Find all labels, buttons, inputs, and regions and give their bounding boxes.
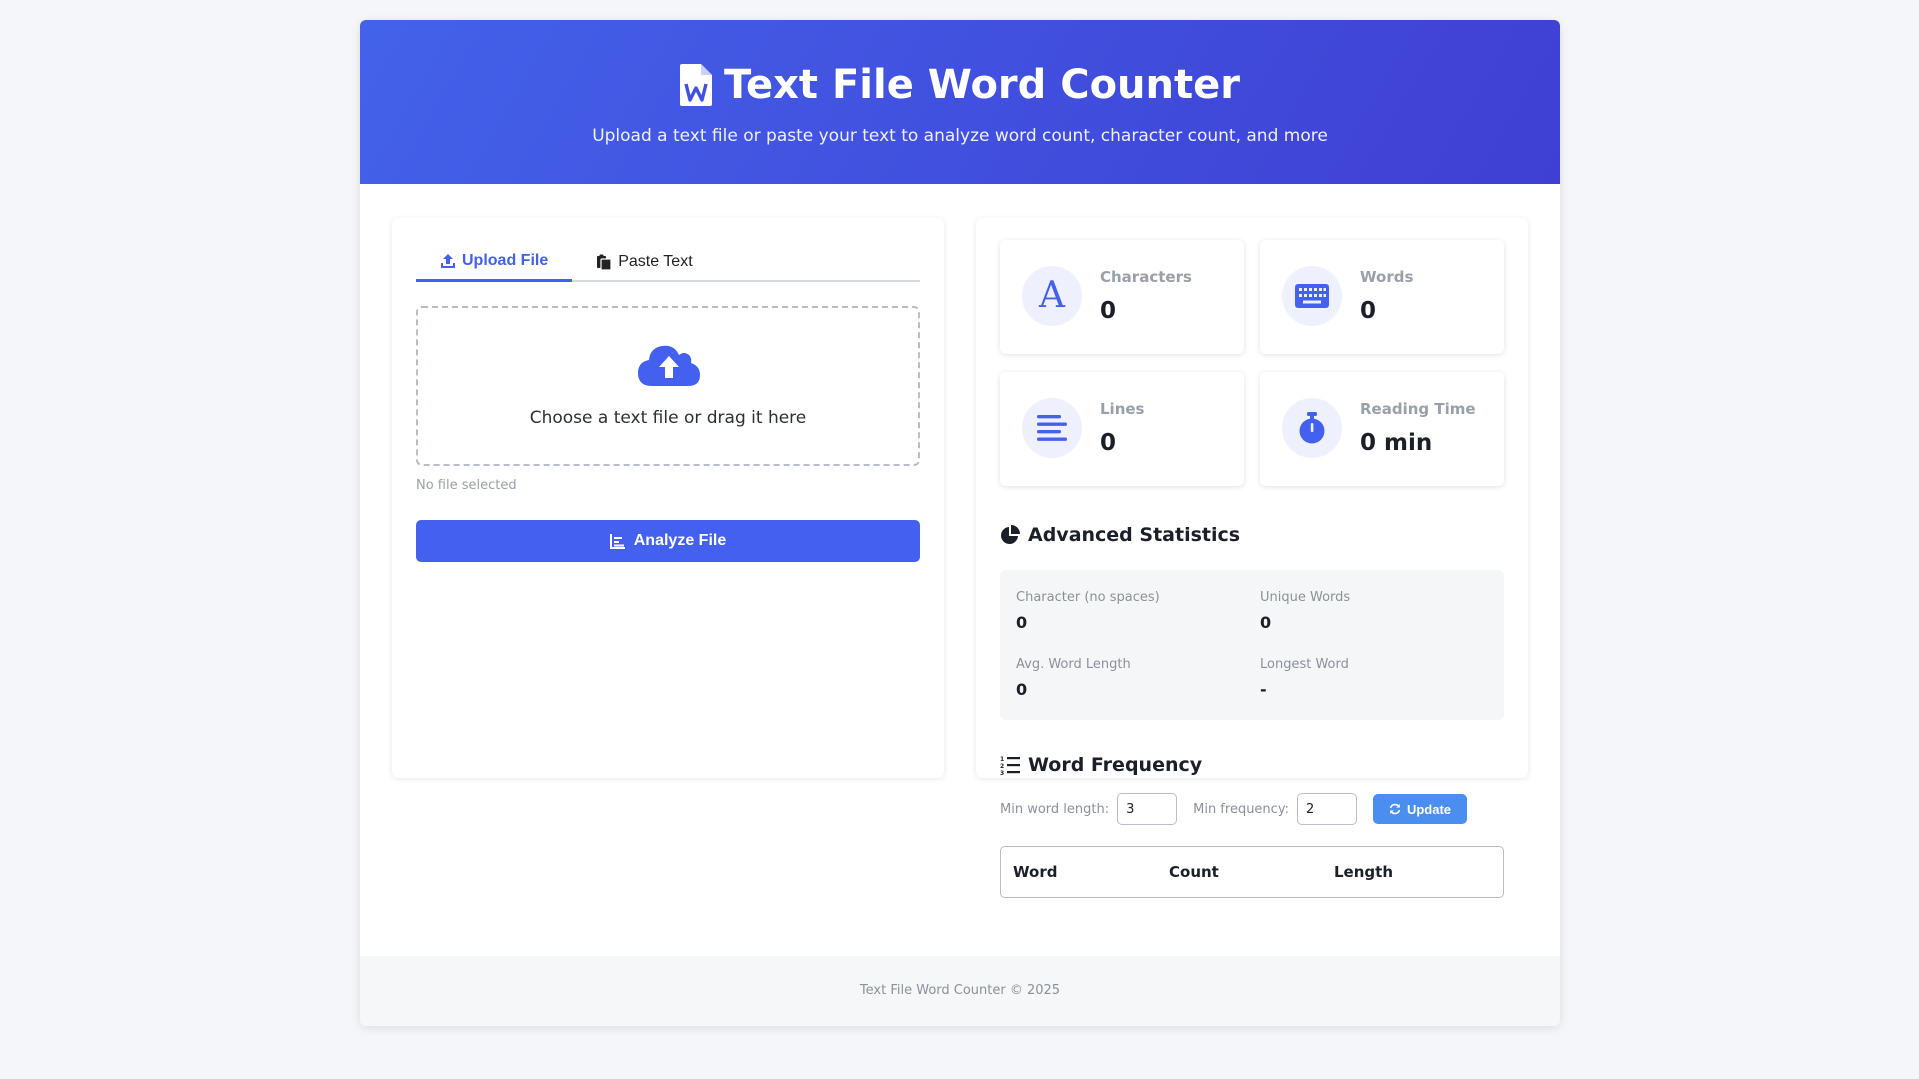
main-content: Upload File Paste Text Choose a text fil… xyxy=(360,184,1560,976)
svg-text:1: 1 xyxy=(1000,756,1004,763)
update-button-label: Update xyxy=(1406,801,1452,817)
adv-stat-value: 0 xyxy=(1260,613,1272,632)
stopwatch-icon xyxy=(1282,398,1342,458)
adv-stat-unique-words: Unique Words 0 xyxy=(1260,590,1350,632)
advanced-stats-box: Character (no spaces) 0 Unique Words 0 A… xyxy=(1000,570,1504,720)
page-subtitle: Upload a text file or paste your text to… xyxy=(592,126,1328,146)
adv-stat-label: Unique Words xyxy=(1260,590,1351,605)
adv-stat-label: Character (no spaces) xyxy=(1016,590,1160,605)
stat-value: 0 xyxy=(1360,298,1377,324)
tab-upload-file-label: Upload File xyxy=(462,251,549,269)
file-dropzone[interactable]: Choose a text file or drag it here xyxy=(416,306,920,466)
adv-stat-value: 0 xyxy=(1016,613,1028,632)
adv-stat-label: Avg. Word Length xyxy=(1016,657,1131,672)
adv-stat-value: 0 xyxy=(1016,680,1028,699)
stat-value: 0 min xyxy=(1360,430,1433,456)
word-frequency-title: Word Frequency xyxy=(1028,754,1203,776)
stat-card-characters: A Characters 0 xyxy=(1000,240,1244,354)
column-header-word[interactable]: Word xyxy=(1013,863,1057,881)
adv-stat-chars-no-spaces: Character (no spaces) 0 xyxy=(1016,590,1160,632)
column-header-length[interactable]: Length xyxy=(1334,863,1393,881)
word-frequency-heading: 123 Word Frequency xyxy=(1000,754,1202,776)
input-tabs: Upload File Paste Text xyxy=(416,242,920,282)
results-panel: A Characters 0 Words 0 Lines 0 Reading T… xyxy=(976,218,1528,898)
lines-icon xyxy=(1022,398,1082,458)
app-footer: Text File Word Counter © 2025 xyxy=(360,956,1560,1026)
min-word-length-label: Min word length: xyxy=(1000,801,1110,817)
tab-upload-file[interactable]: Upload File xyxy=(416,242,573,282)
adv-stat-value: - xyxy=(1260,680,1267,699)
refresh-icon xyxy=(1389,803,1401,815)
app-container: Text File Word Counter Upload a text fil… xyxy=(360,20,1560,1026)
keyboard-icon xyxy=(1282,266,1342,326)
adv-stat-longest-word: Longest Word - xyxy=(1260,657,1349,699)
adv-stat-avg-word-length: Avg. Word Length 0 xyxy=(1016,657,1131,699)
advanced-stats-heading: Advanced Statistics xyxy=(1000,524,1240,546)
stat-label: Reading Time xyxy=(1360,400,1476,418)
svg-text:3: 3 xyxy=(1000,770,1004,775)
input-panel: Upload File Paste Text Choose a text fil… xyxy=(392,218,944,778)
adv-stat-label: Longest Word xyxy=(1260,657,1349,672)
app-header: Text File Word Counter Upload a text fil… xyxy=(360,20,1560,184)
stat-card-words: Words 0 xyxy=(1260,240,1504,354)
word-frequency-table: Word Count Length xyxy=(1000,846,1504,898)
frequency-controls: Min word length: Min frequency: Update xyxy=(1000,792,1468,826)
stat-value: 0 xyxy=(1100,430,1117,456)
stat-value: 0 xyxy=(1100,298,1117,324)
min-frequency-input[interactable] xyxy=(1296,793,1357,825)
file-status: No file selected xyxy=(416,478,517,493)
min-word-length-input[interactable] xyxy=(1117,793,1178,825)
update-button[interactable]: Update xyxy=(1372,794,1468,824)
tab-paste-text[interactable]: Paste Text xyxy=(572,242,716,282)
letter-a-icon: A xyxy=(1022,266,1082,326)
page-title: Text File Word Counter xyxy=(360,62,1560,108)
min-frequency-label: Min frequency: xyxy=(1193,801,1289,817)
dropzone-text: Choose a text file or drag it here xyxy=(529,408,807,428)
column-header-count[interactable]: Count xyxy=(1169,863,1219,881)
analyze-file-button[interactable]: Analyze File xyxy=(416,520,920,562)
stat-card-lines: Lines 0 xyxy=(1000,372,1244,486)
analyze-file-label: Analyze File xyxy=(633,532,727,549)
table-header-row: Word Count Length xyxy=(1003,849,1501,895)
tab-paste-text-label: Paste Text xyxy=(618,253,693,270)
svg-text:2: 2 xyxy=(1000,763,1004,770)
footer-text: Text File Word Counter © 2025 xyxy=(859,983,1061,998)
stat-label: Characters xyxy=(1100,268,1192,286)
numbered-list-icon: 123 xyxy=(1000,756,1020,775)
upload-icon xyxy=(441,253,455,268)
stat-label: Words xyxy=(1360,268,1414,286)
cloud-upload-icon xyxy=(638,345,700,386)
paste-icon xyxy=(597,254,612,270)
advanced-stats-title: Advanced Statistics xyxy=(1028,524,1241,546)
chart-icon xyxy=(609,534,625,549)
stat-label: Lines xyxy=(1100,400,1145,418)
page-title-text: Text File Word Counter xyxy=(724,62,1240,108)
pie-chart-icon xyxy=(1001,525,1020,544)
stat-card-reading-time: Reading Time 0 min xyxy=(1260,372,1504,486)
word-file-icon xyxy=(680,64,712,106)
